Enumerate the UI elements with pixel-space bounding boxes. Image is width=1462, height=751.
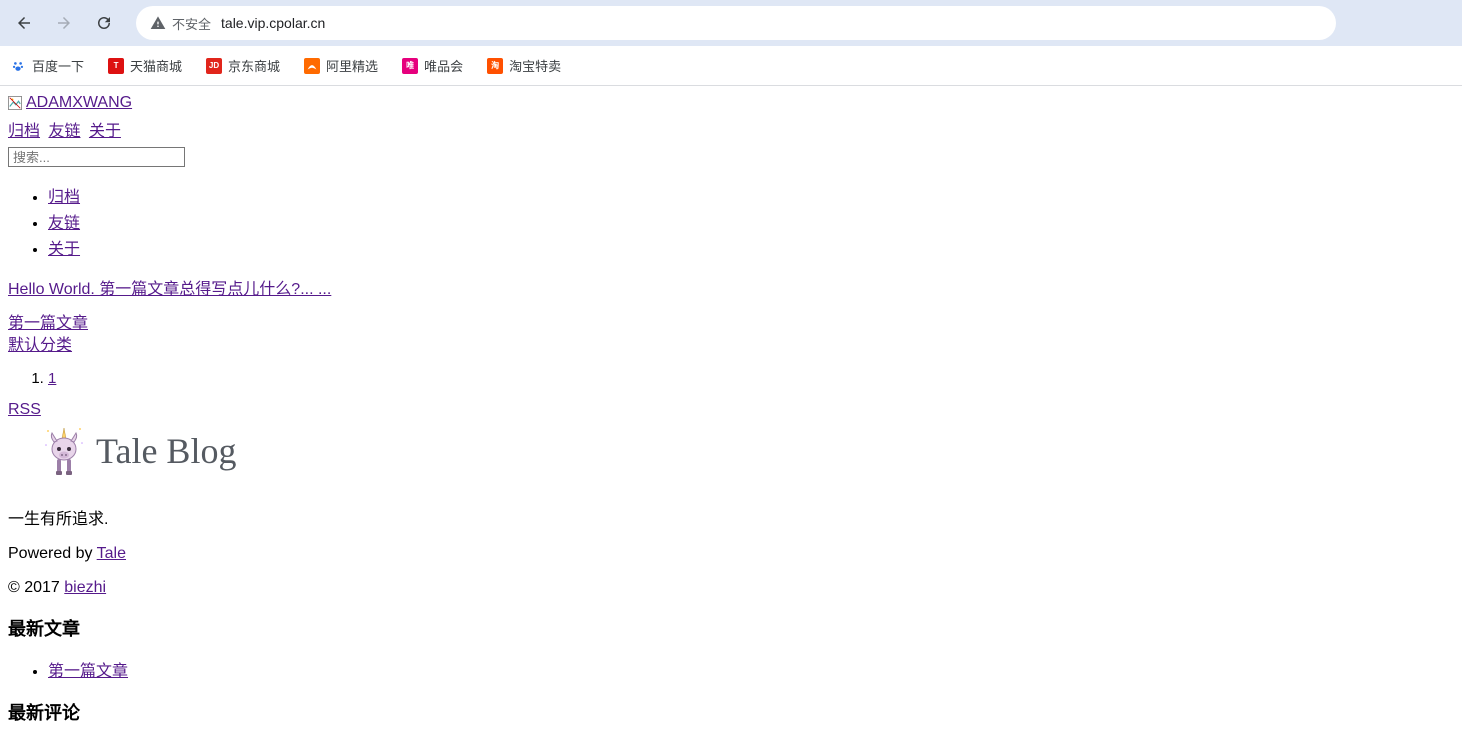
- bookmark-item-3[interactable]: 阿里精选: [304, 56, 378, 75]
- bookmark-item-4[interactable]: 唯唯品会: [402, 56, 463, 75]
- list-item: 1: [48, 370, 1454, 387]
- powered-by: Powered by Tale: [8, 545, 1454, 563]
- back-button[interactable]: [8, 7, 40, 39]
- powered-link[interactable]: Tale: [97, 545, 126, 562]
- copyright-link[interactable]: biezhi: [64, 579, 106, 596]
- bookmark-icon: [10, 58, 26, 74]
- nav-inline: 归档 友链 关于: [8, 117, 1454, 141]
- bookmark-label: 天猫商城: [130, 56, 182, 75]
- security-badge[interactable]: 不安全: [150, 14, 211, 33]
- footer-logo-text: Tale Blog: [96, 430, 236, 472]
- nav-list-link-2[interactable]: 关于: [48, 241, 80, 258]
- post-meta: 第一篇文章 默认分类: [8, 313, 1454, 356]
- post-title-row: Hello World. 第一篇文章总得写点儿什么?... ...: [8, 275, 1454, 299]
- nav-inline-link-0[interactable]: 归档: [8, 123, 40, 140]
- nav-inline-link-1[interactable]: 友链: [48, 123, 80, 140]
- nav-inline-link-2[interactable]: 关于: [89, 123, 121, 140]
- security-label: 不安全: [172, 14, 211, 33]
- bookmark-icon: T: [108, 58, 124, 74]
- address-bar[interactable]: 不安全 tale.vip.cpolar.cn: [136, 6, 1336, 40]
- bookmark-item-0[interactable]: 百度一下: [10, 56, 84, 75]
- nav-list-link-1[interactable]: 友链: [48, 215, 80, 232]
- site-logo-alt: ADAMXWANG: [26, 94, 132, 112]
- search-input[interactable]: [8, 147, 185, 167]
- nav-list-link-0[interactable]: 归档: [48, 189, 80, 206]
- bookmark-item-2[interactable]: JD 京东商城: [206, 56, 280, 75]
- bookmark-label: 唯品会: [424, 56, 463, 75]
- copyright-prefix: © 2017: [8, 579, 64, 596]
- list-item: 第一篇文章: [48, 657, 1454, 681]
- latest-post-link-0[interactable]: 第一篇文章: [48, 663, 128, 680]
- unicorn-icon: [44, 425, 84, 477]
- browser-toolbar: 不安全 tale.vip.cpolar.cn: [0, 0, 1462, 46]
- footer-logo: Tale Blog: [44, 425, 236, 477]
- post-meta-link-1[interactable]: 第一篇文章: [8, 315, 88, 332]
- powered-prefix: Powered by: [8, 545, 97, 562]
- bookmark-item-1[interactable]: T 天猫商城: [108, 56, 182, 75]
- reload-icon: [95, 14, 113, 32]
- arrow-right-icon: [55, 14, 73, 32]
- latest-comments-heading: 最新评论: [8, 699, 1454, 725]
- search-box: [8, 147, 1454, 167]
- pagination: 1: [48, 370, 1454, 387]
- bookmark-label: 京东商城: [228, 56, 280, 75]
- list-item: 友链: [48, 209, 1454, 233]
- rss-link[interactable]: RSS: [8, 401, 1454, 419]
- list-item: 关于: [48, 235, 1454, 259]
- warning-icon: [150, 15, 166, 31]
- latest-posts-list: 第一篇文章: [48, 657, 1454, 681]
- reload-button[interactable]: [88, 7, 120, 39]
- bookmark-label: 阿里精选: [326, 56, 378, 75]
- url-text: tale.vip.cpolar.cn: [221, 15, 325, 31]
- bookmark-item-5[interactable]: 淘淘宝特卖: [487, 56, 561, 75]
- bookmark-icon: JD: [206, 58, 222, 74]
- bookmark-icon: [304, 58, 320, 74]
- post-title-link[interactable]: Hello World. 第一篇文章总得写点儿什么?... ...: [8, 281, 331, 298]
- bookmark-label: 百度一下: [32, 56, 84, 75]
- copyright: © 2017 biezhi: [8, 579, 1454, 597]
- nav-list: 归档友链关于: [48, 183, 1454, 259]
- page-content: ADAMXWANG 归档 友链 关于 归档友链关于 Hello World. 第…: [0, 86, 1462, 743]
- bookmarks-bar: 百度一下 T 天猫商城 JD 京东商城 阿里精选 唯唯品会 淘淘宝特卖: [0, 46, 1462, 86]
- list-item: 归档: [48, 183, 1454, 207]
- arrow-left-icon: [15, 14, 33, 32]
- broken-image-icon: [8, 96, 22, 110]
- latest-posts-heading: 最新文章: [8, 615, 1454, 641]
- bookmark-icon: 唯: [402, 58, 418, 74]
- slogan: 一生有所追求.: [8, 505, 1454, 529]
- site-logo-link[interactable]: ADAMXWANG: [8, 94, 132, 112]
- bookmark-icon: 淘: [487, 58, 503, 74]
- page-link-1[interactable]: 1: [48, 370, 56, 387]
- post-meta-link-2[interactable]: 默认分类: [8, 337, 72, 354]
- bookmark-label: 淘宝特卖: [509, 56, 561, 75]
- forward-button[interactable]: [48, 7, 80, 39]
